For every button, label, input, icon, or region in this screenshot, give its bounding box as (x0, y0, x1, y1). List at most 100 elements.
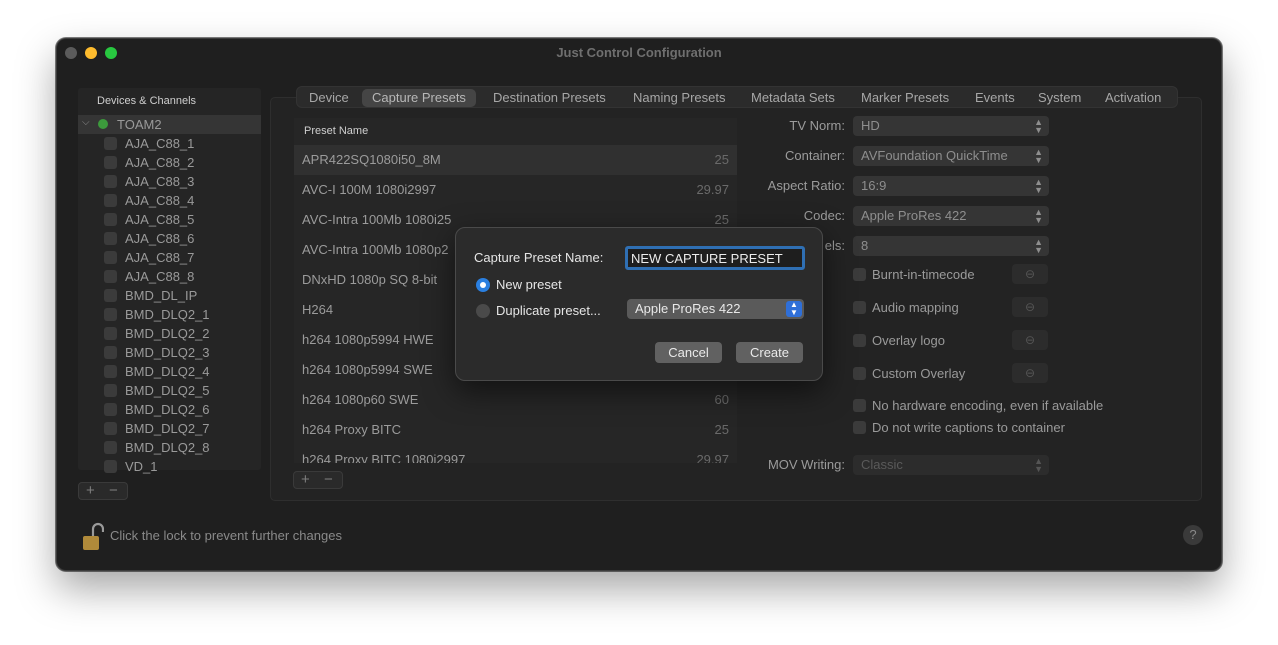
channel-checkbox[interactable] (104, 213, 117, 226)
sidebar-channel-row[interactable]: BMD_DLQ2_2 (78, 324, 261, 343)
burnin-timecode-checkbox[interactable]: Burnt-in-timecode (853, 267, 975, 282)
sidebar-channel-row[interactable]: AJA_C88_7 (78, 248, 261, 267)
channel-checkbox[interactable] (104, 308, 117, 321)
tab-destination-presets[interactable]: Destination Presets (483, 89, 616, 107)
audio-mapping-checkbox[interactable]: Audio mapping (853, 300, 959, 315)
checkbox-box[interactable] (853, 399, 866, 412)
channel-checkbox[interactable] (104, 194, 117, 207)
tab-system[interactable]: System (1028, 89, 1091, 107)
preset-row[interactable]: APR422SQ1080i50_8M 25 (294, 145, 737, 175)
sidebar-channel-row[interactable]: BMD_DLQ2_7 (78, 419, 261, 438)
channel-checkbox[interactable] (104, 422, 117, 435)
container-popup[interactable]: AVFoundation QuickTime ▲ ▼ (853, 146, 1049, 166)
preset-frame-rate: 25 (714, 152, 729, 167)
codec-popup[interactable]: Apple ProRes 422 ▲ ▼ (853, 206, 1049, 226)
channel-checkbox[interactable] (104, 460, 117, 473)
overlay-logo-options-button[interactable]: ⊖ (1012, 330, 1048, 350)
preset-row[interactable]: AVC-I 100M 1080i2997 29.97 (294, 175, 737, 205)
updown-arrows-icon: ▲ ▼ (1034, 237, 1043, 255)
sidebar-channel-row[interactable]: BMD_DLQ2_6 (78, 400, 261, 419)
channel-checkbox[interactable] (104, 251, 117, 264)
duplicate-source-popup[interactable]: Apple ProRes 422 ▲ ▼ (627, 299, 804, 319)
sidebar-channel-row[interactable]: AJA_C88_4 (78, 191, 261, 210)
channel-label: BMD_DLQ2_4 (125, 364, 210, 379)
channel-checkbox[interactable] (104, 327, 117, 340)
channel-checkbox[interactable] (104, 289, 117, 302)
new-capture-preset-dialog: Capture Preset Name: New preset Duplicat… (455, 227, 823, 381)
custom-overlay-checkbox[interactable]: Custom Overlay (853, 366, 965, 381)
sidebar-channel-row[interactable]: AJA_C88_8 (78, 267, 261, 286)
cancel-button[interactable]: Cancel (655, 342, 722, 363)
channel-checkbox[interactable] (104, 403, 117, 416)
checkbox-box[interactable] (853, 301, 866, 314)
preset-row[interactable]: h264 Proxy BITC 25 (294, 415, 737, 445)
sidebar-device-row[interactable]: ⌵ TOAM2 (78, 115, 261, 134)
channel-checkbox[interactable] (104, 346, 117, 359)
channel-checkbox[interactable] (104, 270, 117, 283)
channel-checkbox[interactable] (104, 441, 117, 454)
channel-checkbox[interactable] (104, 137, 117, 150)
channel-label: BMD_DLQ2_1 (125, 307, 210, 322)
checkbox-box[interactable] (853, 268, 866, 281)
tab-device[interactable]: Device (299, 89, 359, 107)
sidebar-channel-row[interactable]: BMD_DLQ2_8 (78, 438, 261, 457)
remove-channel-button[interactable]: − (109, 482, 118, 499)
sidebar-channel-row[interactable]: AJA_C88_6 (78, 229, 261, 248)
checkbox-box[interactable] (853, 334, 866, 347)
channel-label: BMD_DLQ2_8 (125, 440, 210, 455)
status-dot-icon (98, 119, 108, 129)
preset-row[interactable]: h264 Proxy BITC 1080i2997 29.97 (294, 445, 737, 463)
preset-row[interactable]: h264 1080p60 SWE 60 (294, 385, 737, 415)
add-channel-button[interactable]: + (86, 482, 95, 499)
bit-depth-popup[interactable]: 8 ▲ ▼ (853, 236, 1049, 256)
sidebar-channel-row[interactable]: VD_1 (78, 457, 261, 476)
checkbox-box[interactable] (853, 421, 866, 434)
sidebar-channel-row[interactable]: BMD_DL_IP (78, 286, 261, 305)
create-button[interactable]: Create (736, 342, 803, 363)
sidebar-channel-row[interactable]: BMD_DLQ2_5 (78, 381, 261, 400)
add-preset-button[interactable]: + (301, 471, 310, 488)
mov-writing-popup[interactable]: Classic ▲ ▼ (853, 455, 1049, 475)
chevron-down-icon[interactable]: ⌵ (82, 117, 90, 128)
sidebar-channel-row[interactable]: BMD_DLQ2_3 (78, 343, 261, 362)
sidebar-channel-row[interactable]: AJA_C88_2 (78, 153, 261, 172)
channel-label: AJA_C88_2 (125, 155, 195, 170)
channel-checkbox[interactable] (104, 156, 117, 169)
tab-naming-presets[interactable]: Naming Presets (623, 89, 735, 107)
sidebar-channel-row[interactable]: BMD_DLQ2_4 (78, 362, 261, 381)
channel-checkbox[interactable] (104, 384, 117, 397)
preset-frame-rate: 60 (714, 392, 729, 407)
preset-name: h264 Proxy BITC (302, 422, 401, 437)
custom-overlay-options-button[interactable]: ⊖ (1012, 363, 1048, 383)
new-preset-label[interactable]: New preset (496, 277, 562, 292)
tab-activation[interactable]: Activation (1095, 89, 1171, 107)
new-preset-radio[interactable] (476, 278, 490, 292)
tab-events[interactable]: Events (965, 89, 1025, 107)
tab-metadata-sets[interactable]: Metadata Sets (741, 89, 845, 107)
no-hardware-encoding-checkbox[interactable]: No hardware encoding, even if available (853, 398, 1103, 413)
tv-norm-popup[interactable]: HD ▲ ▼ (853, 116, 1049, 136)
channel-label: AJA_C88_7 (125, 250, 195, 265)
duplicate-preset-radio[interactable] (476, 304, 490, 318)
sidebar-channel-row[interactable]: AJA_C88_3 (78, 172, 261, 191)
overlay-logo-label: Overlay logo (872, 333, 945, 348)
aspect-ratio-popup[interactable]: 16:9 ▲ ▼ (853, 176, 1049, 196)
duplicate-preset-label[interactable]: Duplicate preset... (496, 303, 601, 318)
channel-checkbox[interactable] (104, 175, 117, 188)
help-button[interactable]: ? (1183, 525, 1203, 545)
remove-preset-button[interactable]: − (324, 471, 333, 488)
sidebar-channel-row[interactable]: BMD_DLQ2_1 (78, 305, 261, 324)
unlocked-padlock-icon[interactable] (82, 522, 104, 552)
checkbox-box[interactable] (853, 367, 866, 380)
no-captions-checkbox[interactable]: Do not write captions to container (853, 420, 1065, 435)
tab-capture-presets[interactable]: Capture Presets (362, 89, 476, 107)
preset-name-input[interactable] (625, 246, 805, 270)
overlay-logo-checkbox[interactable]: Overlay logo (853, 333, 945, 348)
tab-marker-presets[interactable]: Marker Presets (851, 89, 959, 107)
sidebar-channel-row[interactable]: AJA_C88_5 (78, 210, 261, 229)
burnin-options-button[interactable]: ⊖ (1012, 264, 1048, 284)
audio-mapping-options-button[interactable]: ⊖ (1012, 297, 1048, 317)
sidebar-channel-row[interactable]: AJA_C88_1 (78, 134, 261, 153)
channel-checkbox[interactable] (104, 365, 117, 378)
channel-checkbox[interactable] (104, 232, 117, 245)
